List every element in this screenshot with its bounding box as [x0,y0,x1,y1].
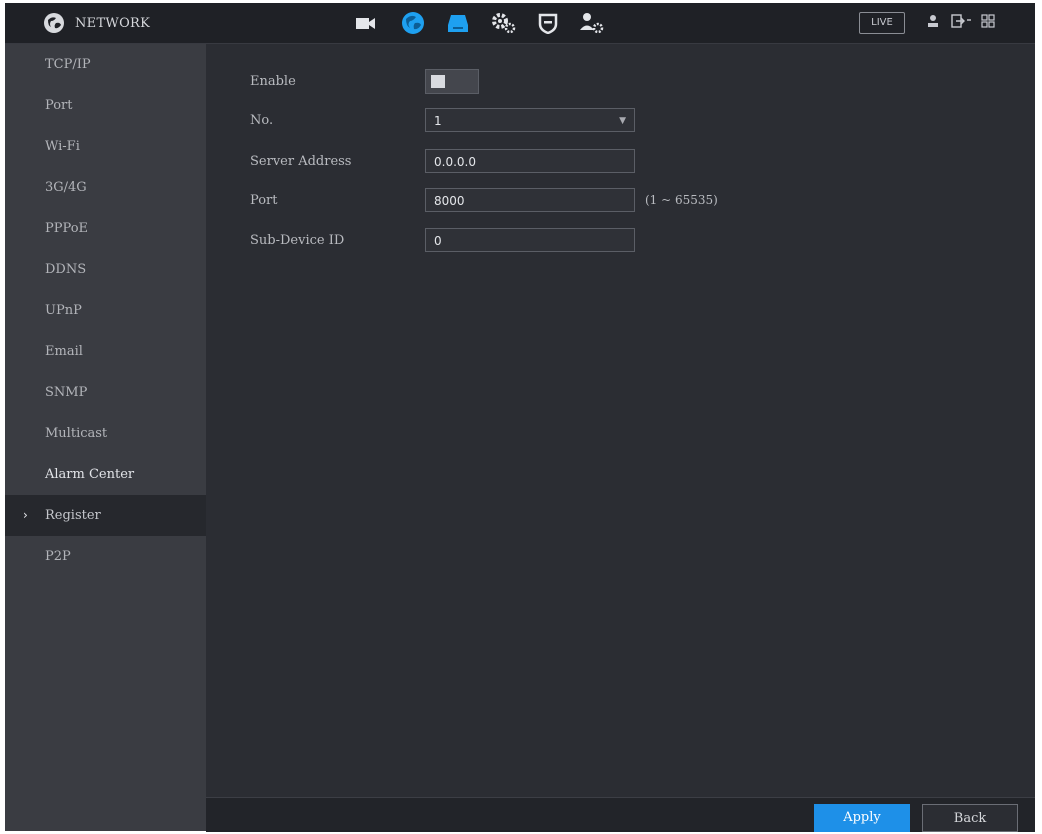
sidebar-item-label: P2P [45,549,71,564]
server-address-row: Server Address 0.0.0.0 [206,149,1035,175]
port-input[interactable]: 8000 [425,188,635,212]
sidebar-item-alarm-center[interactable]: Alarm Center [5,454,206,495]
sidebar: TCP/IP Port Wi-Fi 3G/4G PPPoE DDNS UPnP … [5,44,206,831]
brand: NETWORK [43,12,150,34]
register-settings-panel: Enable No. 1 ▼ Server Address 0.0.0.0 Po… [206,44,1035,797]
sub-device-id-label: Sub-Device ID [250,233,345,248]
security-shield-icon[interactable] [535,11,561,35]
no-row: No. 1 ▼ [206,108,1035,134]
sidebar-item-label: DDNS [45,262,87,277]
account-settings-icon[interactable] [579,11,605,35]
chevron-down-icon: ▼ [619,116,626,126]
sidebar-item-label: Alarm Center [45,467,135,482]
sidebar-item-register[interactable]: › Register [5,495,206,536]
camera-icon[interactable] [353,11,379,35]
system-settings-icon[interactable] [491,11,517,35]
top-bar: NETWORK LIVE [5,3,1035,44]
sidebar-item-label: 3G/4G [45,180,87,195]
sidebar-item-3g-4g[interactable]: 3G/4G [5,167,206,208]
logout-icon[interactable] [951,14,971,32]
sidebar-item-ddns[interactable]: DDNS [5,249,206,290]
server-address-input[interactable]: 0.0.0.0 [425,149,635,173]
sidebar-item-label: Multicast [45,426,108,441]
sub-device-id-row: Sub-Device ID 0 [206,228,1035,254]
sidebar-item-label: Port [45,98,73,113]
enable-toggle[interactable] [425,69,479,94]
sidebar-item-label: TCP/IP [45,57,91,72]
sub-device-id-input[interactable]: 0 [425,228,635,252]
port-label: Port [250,193,278,208]
sidebar-item-email[interactable]: Email [5,331,206,372]
sidebar-item-label: UPnP [45,303,82,318]
sidebar-item-label: SNMP [45,385,88,400]
page-title: NETWORK [75,15,151,31]
port-range-hint: (1 ~ 65535) [645,193,718,207]
enable-row: Enable [206,69,1035,95]
sidebar-item-multicast[interactable]: Multicast [5,413,206,454]
server-address-label: Server Address [250,154,352,169]
toggle-knob [431,75,445,88]
apply-button[interactable]: Apply [814,804,910,832]
menu-grid-icon[interactable] [981,14,997,32]
sidebar-item-label: Email [45,344,83,359]
sidebar-item-tcp-ip[interactable]: TCP/IP [5,44,206,85]
no-value: 1 [434,114,442,128]
storage-icon[interactable] [445,11,471,35]
app-window: NETWORK LIVE TCP/IP Port Wi-Fi 3G/4G PPP… [5,3,1035,832]
enable-label: Enable [250,74,296,89]
sidebar-item-label: PPPoE [45,221,89,236]
network-globe-icon[interactable] [400,11,426,35]
sidebar-item-p2p[interactable]: P2P [5,536,206,577]
sidebar-item-pppoe[interactable]: PPPoE [5,208,206,249]
chevron-right-icon: › [23,508,28,522]
back-button[interactable]: Back [922,804,1018,832]
port-row: Port 8000 (1 ~ 65535) [206,188,1035,214]
sidebar-item-label: Register [45,508,101,523]
sidebar-item-snmp[interactable]: SNMP [5,372,206,413]
live-button[interactable]: LIVE [859,12,905,34]
sidebar-item-wifi[interactable]: Wi-Fi [5,126,206,167]
network-globe-icon [44,13,64,33]
no-label: No. [250,113,274,128]
footer-bar: Apply Back [206,797,1035,832]
no-dropdown[interactable]: 1 ▼ [425,108,635,132]
sidebar-item-port[interactable]: Port [5,85,206,126]
user-icon[interactable] [927,14,943,32]
sidebar-item-upnp[interactable]: UPnP [5,290,206,331]
sidebar-item-label: Wi-Fi [45,139,80,154]
